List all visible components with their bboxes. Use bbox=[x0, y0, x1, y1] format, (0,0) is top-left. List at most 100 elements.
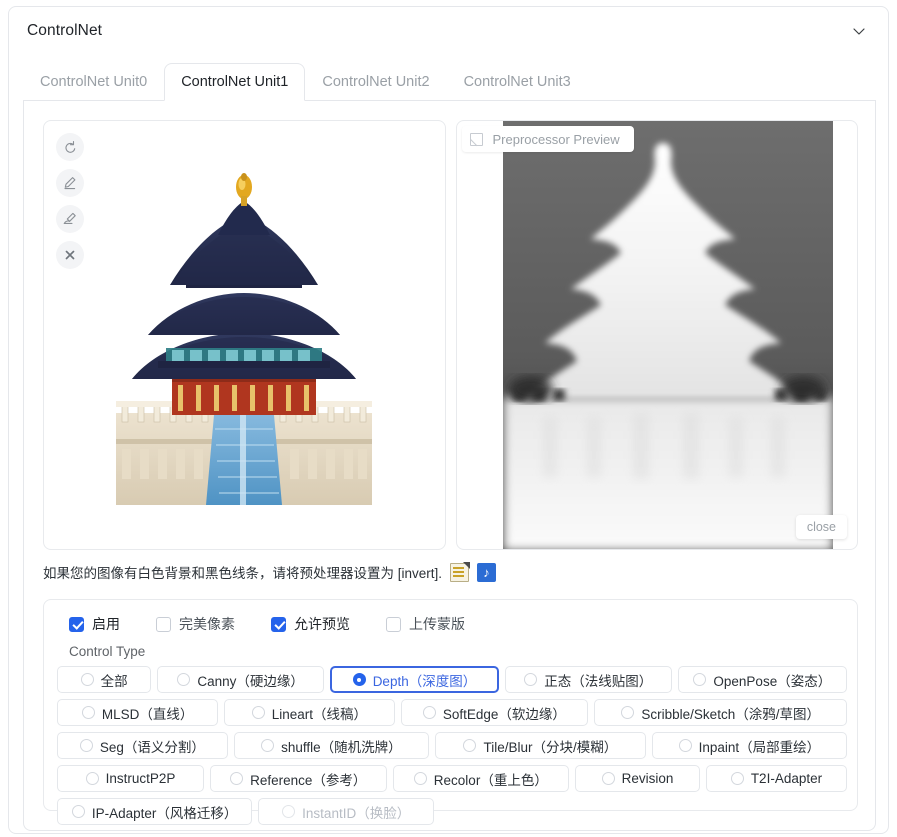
control-type-option-label: Lineart（线稿） bbox=[272, 703, 367, 723]
control-type-option[interactable]: Reference（参考） bbox=[210, 765, 387, 792]
control-type-options: 全部 Canny（硬边缘） Depth（深度图） 正态（法线贴图） OpenPose（姿… bbox=[57, 666, 847, 825]
control-type-row: Seg（语义分割） shuffle（随机洗牌） Tile/Blur（分块/模糊） In… bbox=[57, 732, 847, 759]
radio-icon bbox=[423, 706, 436, 719]
radio-icon bbox=[602, 772, 615, 785]
radio-icon bbox=[81, 673, 94, 686]
control-type-option[interactable]: Tile/Blur（分块/模糊） bbox=[435, 732, 646, 759]
memo-icon[interactable] bbox=[450, 563, 469, 582]
checkbox-allow-preview[interactable]: 允许预览 bbox=[271, 614, 350, 634]
checkbox-upload-mask-label: 上传蒙版 bbox=[409, 614, 465, 634]
control-type-option[interactable]: MLSD（直线） bbox=[57, 699, 218, 726]
control-type-option[interactable]: SoftEdge（软边缘） bbox=[401, 699, 589, 726]
depth-map-image bbox=[503, 121, 833, 550]
options-card: 启用 完美像素 允许预览 上传蒙版 Control Type bbox=[43, 599, 858, 811]
control-type-option[interactable]: Scribble/Sketch（涂鸦/草图） bbox=[594, 699, 847, 726]
control-type-option[interactable]: shuffle（随机洗牌） bbox=[234, 732, 429, 759]
checkbox-allow-preview-box[interactable] bbox=[271, 617, 286, 632]
control-type-option-label: Canny（硬边缘） bbox=[197, 670, 304, 690]
radio-icon bbox=[282, 805, 295, 818]
control-type-option-label: MLSD（直线） bbox=[102, 703, 194, 723]
radio-icon bbox=[177, 673, 190, 686]
checkbox-upload-mask[interactable]: 上传蒙版 bbox=[386, 614, 465, 634]
tab-controlnet-unit2[interactable]: ControlNet Unit2 bbox=[305, 62, 446, 100]
radio-icon bbox=[414, 772, 427, 785]
image-edit-toolbar bbox=[56, 133, 84, 269]
control-type-label: Control Type bbox=[69, 644, 145, 659]
source-image-box[interactable] bbox=[43, 120, 446, 550]
checkbox-enable-box[interactable] bbox=[69, 617, 84, 632]
radio-icon bbox=[731, 772, 744, 785]
radio-icon bbox=[524, 673, 537, 686]
pencil-erase-icon[interactable] bbox=[56, 205, 84, 233]
checkbox-enable[interactable]: 启用 bbox=[69, 614, 120, 634]
preprocessor-preview-box[interactable]: Preprocessor Preview bbox=[456, 120, 859, 550]
control-type-option[interactable]: Depth（深度图） bbox=[330, 666, 499, 693]
control-type-row: MLSD（直线） Lineart（线稿） SoftEdge（软边缘） Scribble… bbox=[57, 699, 847, 726]
control-type-option-label: Reference（参考） bbox=[250, 769, 366, 789]
radio-icon bbox=[252, 706, 265, 719]
checkbox-allow-preview-label: 允许预览 bbox=[294, 614, 350, 634]
control-type-option-label: shuffle（随机洗牌） bbox=[281, 736, 402, 756]
preprocessor-preview-text: Preprocessor Preview bbox=[493, 132, 620, 147]
tab-controlnet-unit1[interactable]: ControlNet Unit1 bbox=[164, 63, 305, 101]
controlnet-screen: ControlNet ControlNet Unit0 ControlNet U… bbox=[0, 0, 897, 837]
checkbox-upload-mask-box[interactable] bbox=[386, 617, 401, 632]
control-type-option-label: 正态（法线贴图） bbox=[544, 670, 652, 690]
page-title: ControlNet bbox=[27, 22, 102, 40]
close-icon[interactable] bbox=[56, 241, 84, 269]
control-type-option-label: Scribble/Sketch（涂鸦/草图） bbox=[641, 703, 820, 723]
radio-icon bbox=[621, 706, 634, 719]
pencil-icon[interactable] bbox=[56, 169, 84, 197]
control-type-option[interactable]: Canny（硬边缘） bbox=[157, 666, 324, 693]
control-type-option-label: InstructP2P bbox=[106, 771, 176, 786]
control-type-option-label: SoftEdge（软边缘） bbox=[443, 703, 566, 723]
radio-icon bbox=[679, 739, 692, 752]
control-type-option[interactable]: Lineart（线稿） bbox=[224, 699, 394, 726]
control-type-option-label: T2I-Adapter bbox=[751, 771, 822, 786]
tab-controlnet-unit3[interactable]: ControlNet Unit3 bbox=[447, 62, 588, 100]
control-type-option[interactable]: Inpaint（局部重绘） bbox=[652, 732, 847, 759]
checkbox-pixel-perfect-label: 完美像素 bbox=[179, 614, 235, 634]
control-type-option-label: Revision bbox=[622, 771, 674, 786]
checkbox-enable-label: 启用 bbox=[92, 614, 120, 634]
control-type-option[interactable]: Seg（语义分割） bbox=[57, 732, 228, 759]
tab-controlnet-unit0[interactable]: ControlNet Unit0 bbox=[23, 62, 164, 100]
music-note-icon[interactable]: ♪ bbox=[477, 563, 496, 582]
checkbox-pixel-perfect[interactable]: 完美像素 bbox=[156, 614, 235, 634]
control-type-option[interactable]: Recolor（重上色） bbox=[393, 765, 570, 792]
control-type-option[interactable]: 正态（法线贴图） bbox=[505, 666, 672, 693]
unit1-body: Preprocessor Preview bbox=[23, 101, 876, 831]
checkbox-pixel-perfect-box[interactable] bbox=[156, 617, 171, 632]
control-type-option-label: IP-Adapter（风格迁移） bbox=[92, 802, 238, 822]
control-type-row: InstructP2P Reference（参考） Recolor（重上色） Revi… bbox=[57, 765, 847, 792]
close-preview-button[interactable]: close bbox=[796, 515, 847, 539]
invert-hint-text: 如果您的图像有白色背景和黑色线条，请将预处理器设置为 [invert]. bbox=[43, 562, 442, 582]
control-type-option[interactable]: 全部 bbox=[57, 666, 151, 693]
control-type-option[interactable]: T2I-Adapter bbox=[706, 765, 847, 792]
control-type-option[interactable]: IP-Adapter（风格迁移） bbox=[57, 798, 252, 825]
control-type-option[interactable]: InstructP2P bbox=[57, 765, 204, 792]
control-type-option-label: OpenPose（姿态） bbox=[713, 670, 831, 690]
radio-icon bbox=[230, 772, 243, 785]
image-icon bbox=[470, 133, 483, 146]
radio-icon bbox=[72, 805, 85, 818]
image-row: Preprocessor Preview bbox=[43, 120, 858, 550]
controlnet-panel: ControlNet ControlNet Unit0 ControlNet U… bbox=[8, 6, 889, 834]
control-type-option-label: Seg（语义分割） bbox=[100, 736, 205, 756]
control-type-row: IP-Adapter（风格迁移）InstantID（换脸） bbox=[57, 798, 847, 825]
unit-tabs: ControlNet Unit0 ControlNet Unit1 Contro… bbox=[23, 63, 876, 101]
chevron-down-icon[interactable] bbox=[848, 20, 870, 42]
control-type-option-label: Inpaint（局部重绘） bbox=[699, 736, 821, 756]
control-type-option-label: Depth（深度图） bbox=[373, 670, 477, 690]
preprocessor-preview-label: Preprocessor Preview bbox=[462, 126, 634, 152]
radio-icon bbox=[86, 772, 99, 785]
panel-header: ControlNet bbox=[9, 7, 888, 55]
radio-icon bbox=[463, 739, 476, 752]
control-type-option-label: Recolor（重上色） bbox=[434, 769, 548, 789]
control-type-option[interactable]: OpenPose（姿态） bbox=[678, 666, 847, 693]
control-type-option-label: 全部 bbox=[101, 670, 128, 690]
control-type-option-label: Tile/Blur（分块/模糊） bbox=[483, 736, 617, 756]
undo-icon[interactable] bbox=[56, 133, 84, 161]
control-type-option[interactable]: Revision bbox=[575, 765, 700, 792]
options-checkbox-row: 启用 完美像素 允许预览 上传蒙版 bbox=[69, 614, 501, 634]
